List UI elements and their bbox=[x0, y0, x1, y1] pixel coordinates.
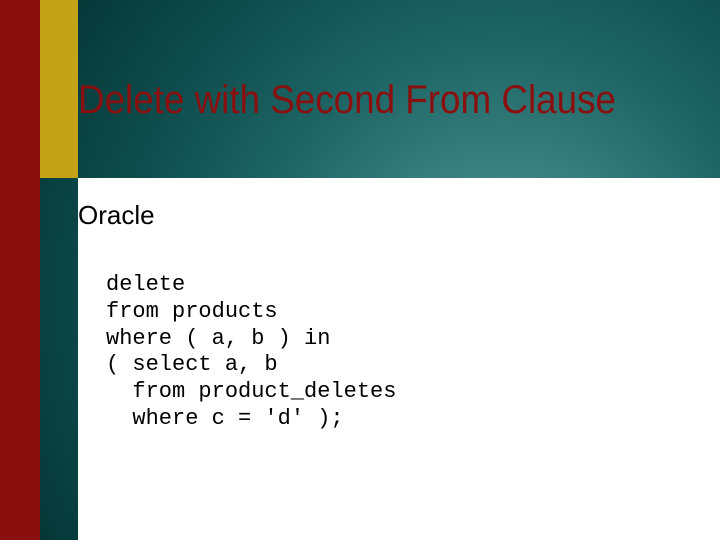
code-block: delete from products where ( a, b ) in (… bbox=[106, 272, 396, 433]
section-label: Oracle bbox=[78, 200, 155, 231]
sidebar-left-maroon bbox=[0, 0, 40, 540]
slide: Delete with Second From Clause Oracle de… bbox=[0, 0, 720, 540]
sidebar-left-olive bbox=[40, 0, 78, 178]
slide-title: Delete with Second From Clause bbox=[78, 78, 616, 123]
